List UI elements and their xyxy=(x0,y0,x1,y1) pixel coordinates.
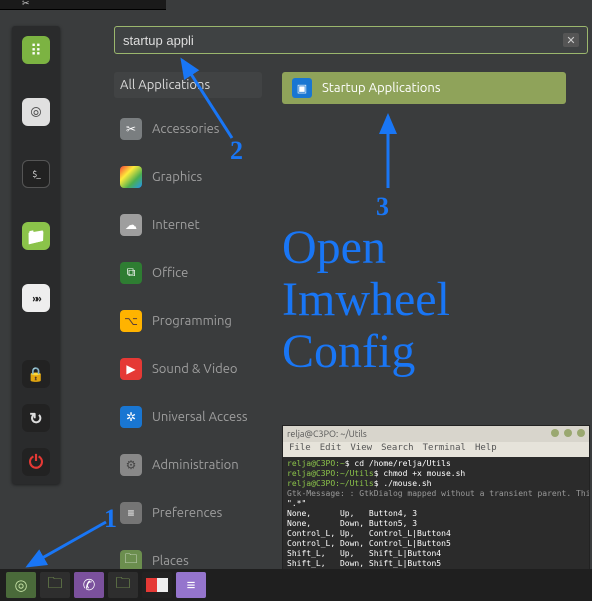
category-label: Sound & Video xyxy=(152,362,238,376)
programming-icon xyxy=(120,310,142,332)
category-preferences[interactable]: Preferences xyxy=(114,496,262,530)
category-all[interactable]: All Applications xyxy=(114,72,262,98)
category-programming[interactable]: Programming xyxy=(114,304,262,338)
clear-search-icon[interactable]: ✕ xyxy=(563,33,579,47)
logout-icon[interactable] xyxy=(22,404,50,432)
power-icon[interactable] xyxy=(22,448,50,476)
menu-file[interactable]: File xyxy=(289,443,311,456)
category-label: Internet xyxy=(152,218,200,232)
disks-icon[interactable] xyxy=(22,98,50,126)
dock-editor-icon[interactable] xyxy=(176,572,206,598)
category-label: Administration xyxy=(152,458,239,472)
lock-icon[interactable] xyxy=(22,360,50,388)
category-office[interactable]: Office xyxy=(114,256,262,290)
video-icon[interactable] xyxy=(22,284,50,312)
maximize-icon[interactable] xyxy=(564,429,572,437)
menu-edit[interactable]: Edit xyxy=(320,443,342,456)
preferences-icon xyxy=(120,502,142,524)
terminal-menubar[interactable]: File Edit View Search Terminal Help xyxy=(283,442,589,457)
office-icon xyxy=(120,262,142,284)
terminal-icon[interactable] xyxy=(22,160,50,188)
menu-search[interactable]: Search xyxy=(381,443,414,456)
graphics-icon xyxy=(120,166,142,188)
category-label: Graphics xyxy=(152,170,202,184)
dock-files2-icon[interactable] xyxy=(108,572,138,598)
search-box[interactable]: ✕ xyxy=(114,26,588,54)
universal-access-icon xyxy=(120,406,142,428)
terminal-window[interactable]: relja@C3PO: ~/Utils File Edit View Searc… xyxy=(282,425,590,575)
window-controls[interactable] xyxy=(548,429,585,439)
terminal-title: relja@C3PO: ~/Utils xyxy=(287,429,367,439)
menu-help[interactable]: Help xyxy=(475,443,497,456)
category-list: All Applications Accessories Graphics In… xyxy=(114,72,262,592)
category-administration[interactable]: Administration xyxy=(114,448,262,482)
dock-files-icon[interactable] xyxy=(40,572,70,598)
favorites-panel xyxy=(12,26,60,484)
dock-doublecmd-icon[interactable] xyxy=(142,572,172,598)
category-label: Accessories xyxy=(152,122,219,136)
category-internet[interactable]: Internet xyxy=(114,208,262,242)
terminal-titlebar[interactable]: relja@C3PO: ~/Utils xyxy=(283,426,589,442)
menu-terminal[interactable]: Terminal xyxy=(423,443,466,456)
menu-view[interactable]: View xyxy=(350,443,372,456)
accessories-icon: ✂ xyxy=(22,0,30,9)
close-icon[interactable] xyxy=(577,429,585,437)
category-label: Universal Access xyxy=(152,410,247,424)
terminal-body[interactable]: relja@C3PO:~$ cd /home/relja/Utilsrelja@… xyxy=(283,457,589,575)
administration-icon xyxy=(120,454,142,476)
menu-launcher-icon[interactable] xyxy=(6,572,36,598)
startup-applications-icon xyxy=(292,78,312,98)
result-startup-applications[interactable]: Startup Applications xyxy=(282,72,566,104)
all-apps-icon[interactable] xyxy=(22,36,50,64)
category-label: Preferences xyxy=(152,506,222,520)
internet-icon xyxy=(120,214,142,236)
category-sound-video[interactable]: Sound & Video xyxy=(114,352,262,386)
result-label: Startup Applications xyxy=(322,81,440,95)
category-label: Office xyxy=(152,266,188,280)
category-universal-access[interactable]: Universal Access xyxy=(114,400,262,434)
taskbar xyxy=(0,569,592,601)
minimize-icon[interactable] xyxy=(551,429,559,437)
dock-viber-icon[interactable] xyxy=(74,572,104,598)
sound-video-icon xyxy=(120,358,142,380)
category-accessories[interactable]: Accessories xyxy=(114,112,262,146)
category-label: All Applications xyxy=(120,78,210,92)
category-graphics[interactable]: Graphics xyxy=(114,160,262,194)
category-label: Places xyxy=(152,554,189,568)
files-icon[interactable] xyxy=(22,222,50,250)
category-label: Programming xyxy=(152,314,232,328)
accessories-icon xyxy=(120,118,142,140)
search-input[interactable] xyxy=(123,33,563,48)
